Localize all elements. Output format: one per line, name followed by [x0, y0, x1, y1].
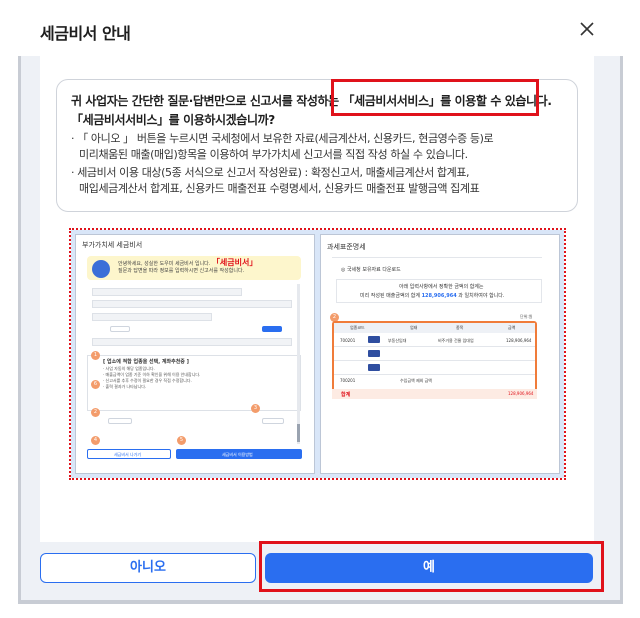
preview-left-small-button	[108, 418, 132, 424]
table-cell: 부동산임대	[388, 338, 407, 343]
table-header-cell: 업종코드	[350, 325, 365, 330]
service-name-highlight	[331, 79, 539, 116]
preview-right-info-text: 아래 입력사항에서 정확한 금액의 합계는 미리 작성된 매출금액의 합계 12…	[360, 284, 505, 299]
table-cell: 700201	[340, 338, 356, 343]
table-row-divider	[334, 374, 535, 375]
info-line-2: 미리 작성된 매출금액의 합계 128,906,964 과 일치하여야 합니다.	[360, 293, 505, 299]
mascot-icon	[92, 260, 110, 278]
preview-left-box-title: [ 업소에 적합 업종을 선택, 계좌추천중 ]	[103, 359, 189, 365]
table-cell: 700201	[340, 378, 356, 383]
table-cell: 128,906,964	[506, 338, 532, 343]
preview-left-small-button	[262, 418, 284, 424]
banner-brand: 「세금비서」	[211, 258, 258, 267]
table-row-divider	[334, 360, 535, 361]
preview-left-scrollbar	[297, 284, 300, 444]
preview-right-total-row	[332, 389, 537, 399]
preview-right-option: ◎ 국세청 보유자료 다운로드	[341, 267, 401, 273]
table-cell: 수입금액 제외 금액	[400, 378, 432, 383]
step-number-badge: 1	[91, 351, 100, 360]
preview-left-guide-label: 세금비서 이용방법	[222, 452, 253, 457]
total-value: 128,906,964	[508, 391, 534, 396]
preview-left-field	[92, 313, 212, 321]
no-button[interactable]: 아니오	[40, 553, 256, 583]
step-number-badge: 5	[177, 436, 186, 445]
preview-left-field	[92, 288, 242, 296]
step-number-badge: 3	[251, 404, 260, 413]
dialog-title: 세금비서 안내	[40, 24, 131, 43]
table-header-cell: 업태	[410, 325, 418, 330]
table-row-divider	[334, 346, 535, 347]
notice-bullet-no-option: · 「 아니오 」 버튼을 누르시면 국세청에서 보유한 자료(세금계산서, 신…	[71, 132, 494, 145]
banner-line-2: 질문과 답변을 따라 정보를 입력하시면 신고서를 작성합니다.	[118, 268, 245, 274]
preview-left-scrollbar-thumb	[297, 424, 300, 442]
tax-assistant-dialog: 세금비서 안내 귀 사업자는 간단한 질문·답변만으로 신고서를 작성하는 「세…	[0, 0, 640, 618]
total-label: 합계	[341, 392, 351, 398]
table-tag	[368, 336, 380, 343]
notice-bullet-eligibility-cont: 매입세금계산서 합계표, 신용카드 매출전표 수령명세서, 신용카드 매출전표 …	[79, 182, 480, 195]
table-cell: 비주거용 건물 임대업	[438, 338, 474, 343]
dialog-header: 세금비서 안내	[0, 0, 640, 56]
dialog-frame-bottom	[18, 600, 623, 604]
preview-left-box-text: · 사업 자동의 해당 업종입니다. · 매출금액이 업종 기준 이하 확인을 …	[103, 366, 201, 389]
info-amount: 128,906,964	[421, 293, 457, 299]
table-header-cell: 종목	[456, 325, 464, 330]
notice-bullet-no-option-cont: 미리채움된 매출(매입)항목을 이용하여 부가가치세 신고서를 직접 작성 하실…	[79, 148, 468, 161]
preview-left-field	[92, 338, 292, 346]
preview-right-title: 과세표준명세	[327, 243, 366, 251]
divider	[332, 257, 542, 258]
preview-left-small-button	[262, 326, 282, 332]
notice-question: 「세금비서서비스」를 이용하시겠습니까?	[71, 113, 275, 127]
close-icon[interactable]	[572, 14, 602, 44]
step-number-badge: 2	[91, 408, 100, 417]
table-tag	[368, 350, 380, 357]
banner-line-1: 안녕하세요, 성실한 도우미 세금비서 입니다. 「세금비서」	[118, 258, 258, 268]
notice-bullet-eligibility: · 세금비서 이용 대상(5종 서식으로 신고서 작성완료) : 확정신고서, …	[71, 166, 470, 179]
preview-left-field	[92, 300, 292, 308]
yes-button-highlight	[259, 541, 604, 592]
preview-left-exit-label: 세금비서 나가기	[114, 452, 142, 457]
preview-right-unit: 단위:원	[520, 314, 533, 319]
table-header-cell: 금액	[508, 325, 516, 330]
table-tag	[368, 364, 380, 371]
step-number-badge: 4	[91, 436, 100, 445]
step-number-badge: 6	[91, 380, 100, 389]
preview-left-banner-text: 안녕하세요, 성실한 도우미 세금비서 입니다. 「세금비서」 질문과 답변을 …	[118, 259, 257, 275]
dialog-frame-right	[620, 56, 623, 604]
preview-left-title: 부가가치세 세금비서	[82, 241, 143, 249]
preview-left-small-button	[110, 326, 130, 332]
